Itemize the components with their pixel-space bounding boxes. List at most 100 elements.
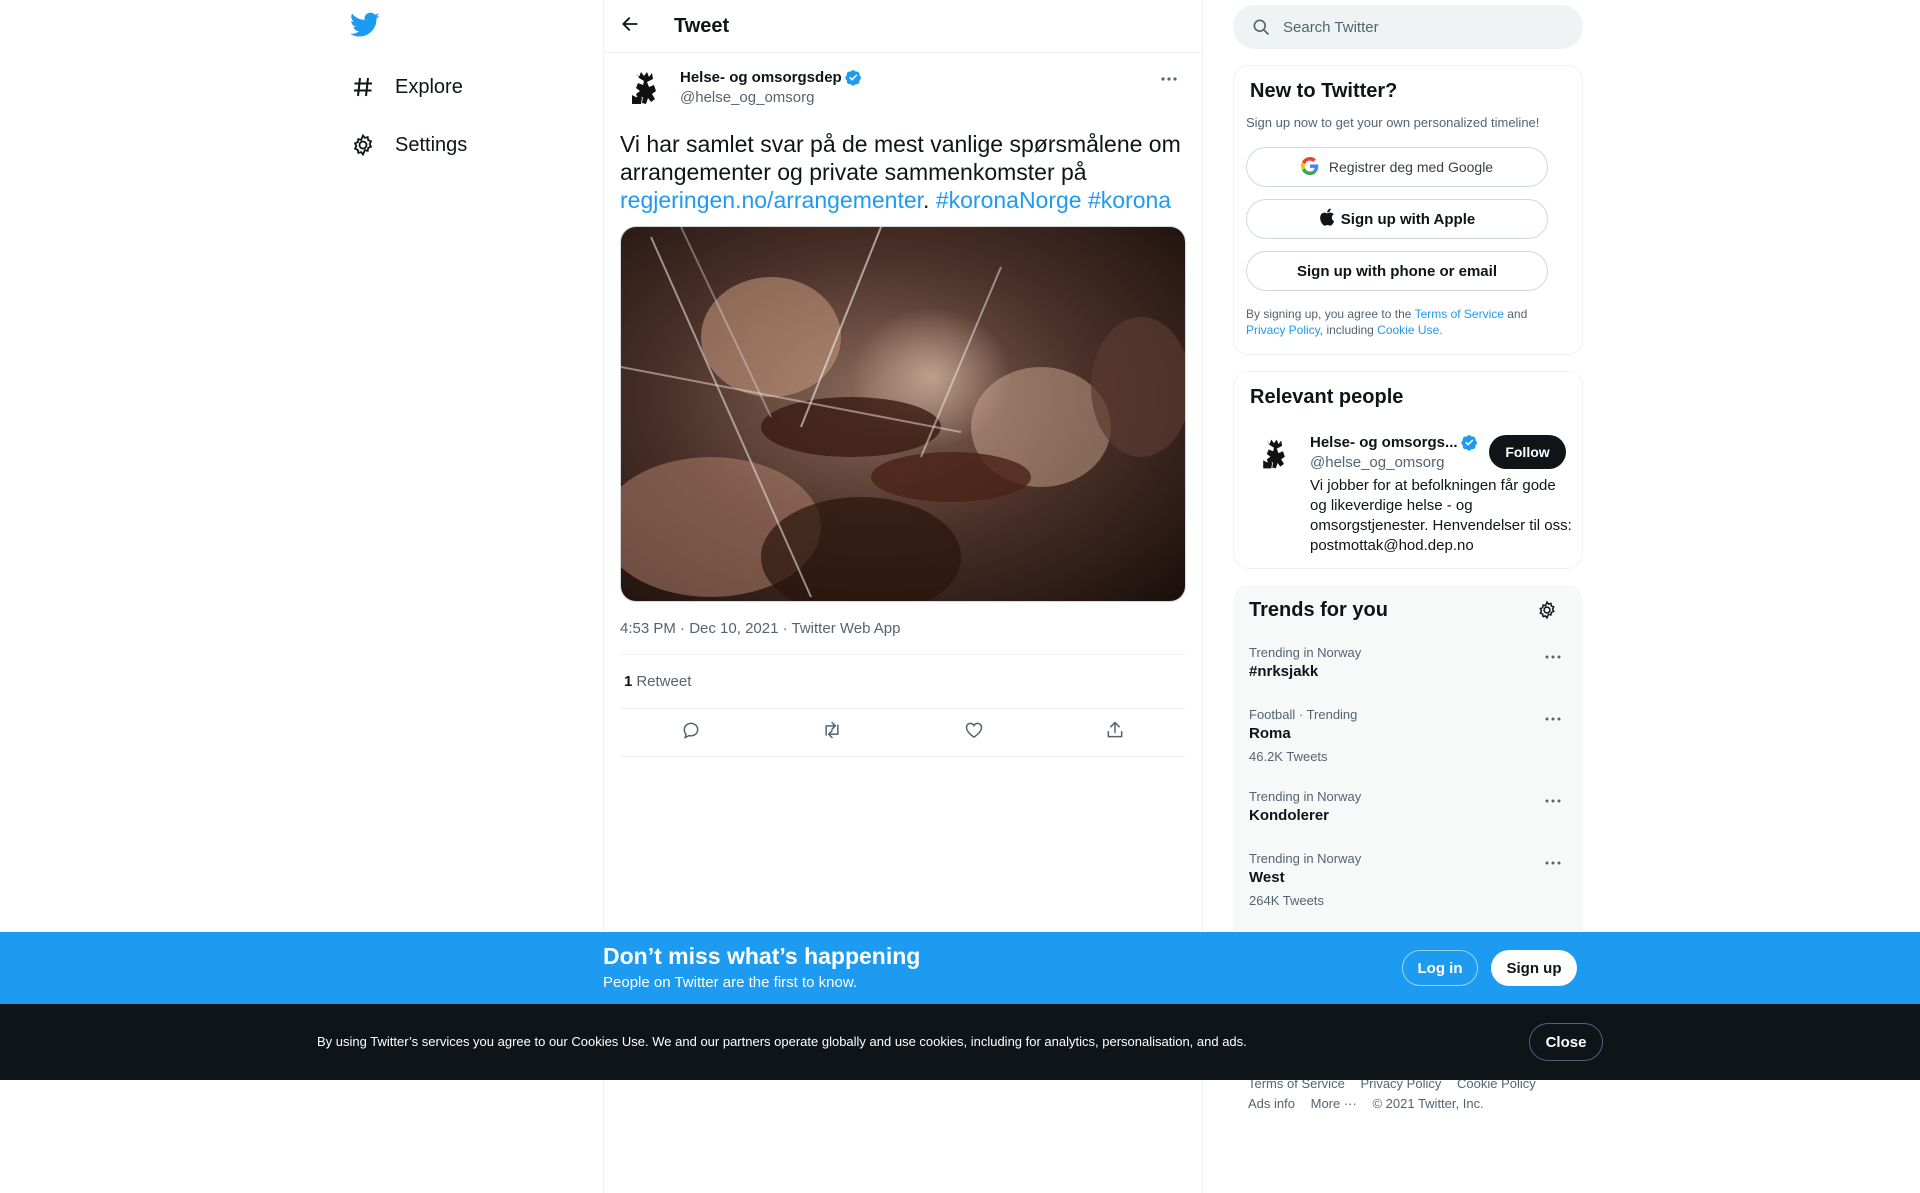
- gear-icon: [350, 132, 376, 158]
- avatar[interactable]: [620, 66, 668, 114]
- trends-settings-button[interactable]: [1535, 600, 1559, 624]
- tweet-date[interactable]: Dec 10, 2021: [689, 620, 778, 637]
- login-banner-subtitle: People on Twitter are the first to know.: [603, 974, 858, 991]
- tweet-photo[interactable]: [620, 226, 1186, 602]
- retweet-stats[interactable]: 1 Retweet: [620, 655, 1186, 709]
- nav-item-explore[interactable]: Explore: [350, 67, 463, 107]
- share-icon: [1105, 720, 1125, 745]
- nav-item-label: Settings: [395, 133, 468, 156]
- trend-name: West: [1249, 869, 1285, 886]
- twitter-bird-icon[interactable]: [350, 12, 382, 42]
- follow-button[interactable]: Follow: [1489, 435, 1566, 469]
- hashtag-icon: [350, 74, 376, 100]
- google-signup-label: Registrer deg med Google: [1328, 159, 1494, 175]
- retweet-label: Retweet: [636, 673, 692, 690]
- search-bar[interactable]: [1233, 5, 1583, 49]
- google-icon: [1300, 156, 1319, 178]
- verified-badge-icon: [845, 69, 862, 86]
- reply-icon: [681, 720, 701, 745]
- footer-ads-link[interactable]: Ads info: [1248, 1096, 1295, 1111]
- more-dots-icon[interactable]: [1541, 711, 1565, 727]
- legal-text: By signing up, you agree to the: [1246, 307, 1415, 321]
- trend-context: Trending in Norway: [1249, 851, 1362, 866]
- author-name[interactable]: Helse- og omsorgsdep: [680, 69, 842, 86]
- cookie-close-button[interactable]: Close: [1529, 1023, 1603, 1061]
- tweet-link[interactable]: regjeringen.no/arrangementer: [620, 187, 923, 213]
- back-button[interactable]: [612, 8, 648, 44]
- tweet-timestamp: 4:53 PM · Dec 10, 2021 · Twitter Web App: [620, 620, 1186, 655]
- nav-item-settings[interactable]: Settings: [350, 125, 467, 165]
- relevant-people-panel: Relevant people Helse- og omsorgs... @he…: [1233, 371, 1583, 569]
- trend-context: Trending in Norway: [1249, 789, 1362, 804]
- tweet-text-body: Vi har samlet svar på de mest vanlige sp…: [620, 131, 1181, 185]
- apple-icon: [1319, 208, 1335, 230]
- author-handle[interactable]: @helse_og_omsorg: [680, 89, 862, 106]
- search-icon: [1251, 17, 1271, 37]
- phone-email-signup-button[interactable]: Sign up with phone or email: [1246, 251, 1548, 291]
- terms-link[interactable]: Terms of Service: [1415, 307, 1504, 321]
- apple-signup-label: Sign up with Apple: [1340, 210, 1476, 228]
- trend-context: Trending in Norway: [1249, 645, 1362, 660]
- signup-button[interactable]: Sign up: [1491, 950, 1577, 986]
- gear-icon: [1537, 600, 1557, 625]
- trend-context: Football · Trending: [1249, 707, 1358, 722]
- tweet: Helse- og omsorgsdep @helse_og_omsorg Vi…: [604, 66, 1202, 757]
- meta-separator: ·: [675, 620, 690, 637]
- more-dots-icon[interactable]: [1541, 649, 1565, 665]
- tweet-author: Helse- og omsorgsdep @helse_og_omsorg: [620, 66, 1186, 114]
- reply-button[interactable]: [673, 715, 709, 751]
- person-bio: Vi jobber for at befolkningen får gode o…: [1310, 477, 1572, 554]
- person-handle[interactable]: @helse_og_omsorg: [1310, 454, 1444, 471]
- signup-subtitle: Sign up now to get your own personalized…: [1246, 115, 1540, 130]
- heart-icon: [964, 720, 984, 745]
- login-button[interactable]: Log in: [1402, 950, 1478, 986]
- trend-tweet-count: 264K Tweets: [1249, 893, 1324, 908]
- trend-name: Kondolerer: [1249, 807, 1330, 824]
- footer-more-link[interactable]: More ···: [1311, 1096, 1357, 1111]
- search-input[interactable]: [1283, 18, 1543, 36]
- tweet-time[interactable]: 4:53 PM: [620, 620, 676, 637]
- login-banner-title: Don’t miss what’s happening: [603, 943, 921, 969]
- more-options-button[interactable]: [1152, 66, 1186, 90]
- signup-title: New to Twitter?: [1250, 80, 1398, 102]
- tweet-text: Vi har samlet svar på de mest vanlige sp…: [620, 130, 1186, 214]
- tweet-text-separator: .: [923, 187, 936, 213]
- more-dots-icon: [1160, 69, 1178, 87]
- verified-badge-icon: [1460, 434, 1478, 451]
- tweet-actions: [620, 709, 1186, 757]
- hashtag-link[interactable]: #korona: [1088, 187, 1171, 213]
- login-banner: Don’t miss what’s happening People on Tw…: [0, 932, 1920, 1004]
- more-dots-icon[interactable]: [1541, 855, 1565, 871]
- arrow-left-icon: [620, 14, 640, 39]
- footer-links: Terms of Service Privacy Policy Cookie P…: [1248, 1074, 1548, 1114]
- nav-item-label: Explore: [395, 75, 463, 98]
- tweet-source[interactable]: Twitter Web App: [792, 620, 901, 637]
- trend-name: Roma: [1249, 725, 1291, 742]
- hashtag-link[interactable]: #koronaNorge: [936, 187, 1082, 213]
- google-signup-button[interactable]: Registrer deg med Google: [1246, 147, 1548, 187]
- lion-crest-icon: [1256, 435, 1292, 478]
- signup-panel: New to Twitter? Sign up now to get your …: [1233, 65, 1583, 355]
- share-button[interactable]: [1097, 715, 1133, 751]
- avatar[interactable]: [1250, 432, 1298, 480]
- more-dots-icon[interactable]: [1541, 793, 1565, 809]
- apple-signup-button[interactable]: Sign up with Apple: [1246, 199, 1548, 239]
- legal-text: and: [1503, 307, 1528, 321]
- footer-copyright: © 2021 Twitter, Inc.: [1372, 1096, 1484, 1111]
- page-title: Tweet: [674, 14, 730, 37]
- cookie-banner: By using Twitter’s services you agree to…: [0, 1004, 1920, 1080]
- cookie-banner-text: By using Twitter’s services you agree to…: [317, 1034, 1247, 1049]
- trends-panel: Trends for you Trending in Norway #nrksj…: [1233, 585, 1583, 941]
- privacy-link[interactable]: Privacy Policy: [1246, 323, 1320, 337]
- retweet-icon: [821, 720, 843, 745]
- trends-title: Trends for you: [1249, 599, 1388, 621]
- like-button[interactable]: [956, 715, 992, 751]
- relevant-people-title: Relevant people: [1250, 386, 1404, 408]
- retweet-count: 1: [624, 673, 633, 690]
- lion-crest-icon: [624, 67, 664, 114]
- cookie-use-link[interactable]: Cookie Use.: [1377, 323, 1442, 337]
- trend-name: #nrksjakk: [1249, 663, 1319, 680]
- retweet-button[interactable]: [814, 715, 850, 751]
- person-name[interactable]: Helse- og omsorgs...: [1310, 434, 1458, 451]
- legal-text: , including: [1319, 323, 1378, 337]
